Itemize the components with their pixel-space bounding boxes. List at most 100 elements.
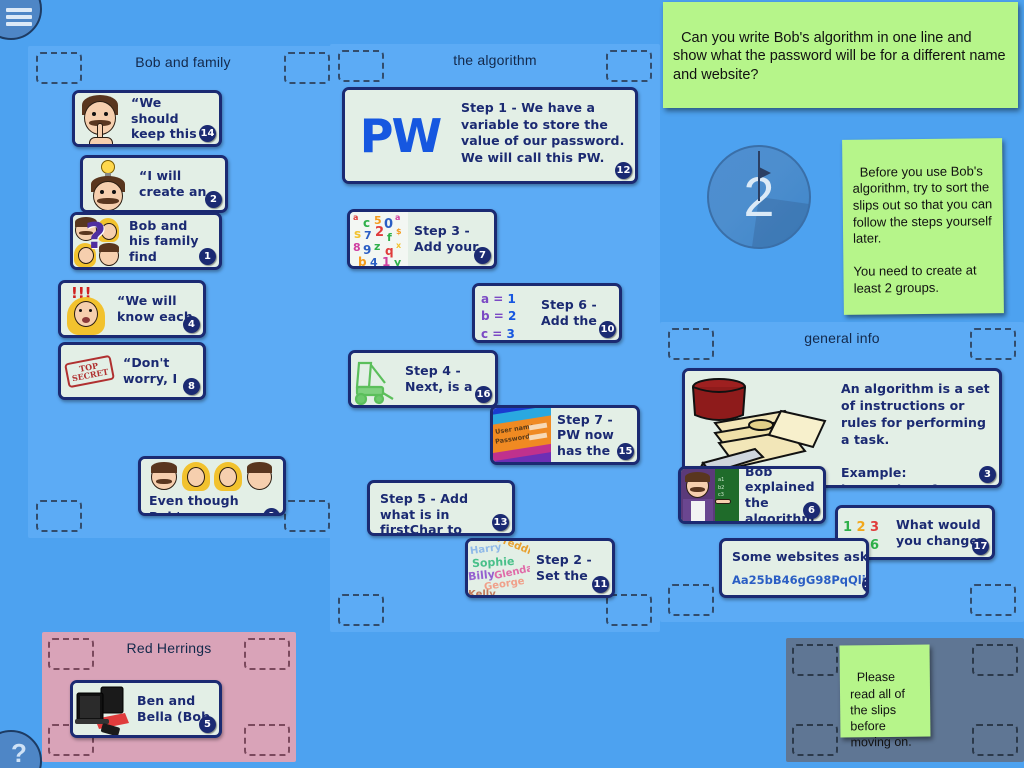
name-text: Kelly	[468, 589, 496, 595]
card-text: What would you change	[896, 516, 981, 548]
card-slip[interactable]: a c 5 0 a s 7 2 f $ 8 9 z q x b 4 1 y St…	[347, 209, 497, 269]
number-glyph: 6	[870, 538, 880, 553]
card-slip[interactable]: Harry Freddie Sophie Billy Glenda George…	[465, 538, 615, 598]
equation-line: c = 3	[481, 326, 515, 340]
card-number-badge: 8	[183, 378, 200, 395]
number-glyph: 3	[870, 520, 880, 535]
card-number-badge: 14	[199, 125, 216, 142]
card-slip[interactable]: !!! “We will know each 4	[58, 280, 206, 338]
card-slip[interactable]: ? Bob and his family find 1	[70, 212, 222, 270]
card-number-badge: 2	[205, 191, 222, 208]
card-body: An algorithm is a set of instructions or…	[835, 371, 999, 485]
abc-equals-123-icon: a = 1 b = 2 c = 3	[475, 286, 535, 340]
card-body: Even though Bob's 9	[141, 491, 283, 513]
glenda-shock-face-icon: !!!	[61, 283, 111, 335]
card-body: Step 3 - Add your 7	[408, 212, 494, 266]
card-slip[interactable]: Some websites ask Aa25bB46gG98PqQliP 18	[719, 538, 869, 598]
card-number-badge: 3	[979, 466, 996, 483]
drop-slot[interactable]	[284, 52, 330, 84]
card-number-badge: 6	[803, 502, 820, 519]
drop-slot[interactable]	[668, 584, 714, 616]
card-slip[interactable]: Ben and Bella (Bob 5	[70, 680, 222, 738]
countdown-timer[interactable]: 2	[707, 145, 811, 249]
drop-slot[interactable]	[970, 328, 1016, 360]
card-slip[interactable]: “We should keep this 14	[72, 90, 222, 147]
card-slip[interactable]: PW Step 1 - We have a variable to store …	[342, 87, 638, 184]
drop-slot[interactable]	[36, 500, 82, 532]
drop-slot[interactable]	[792, 644, 838, 676]
names-cloud-icon: Harry Freddie Sophie Billy Glenda George…	[468, 541, 530, 595]
card-number-badge: 18	[862, 576, 866, 593]
username-password-card-icon: User name Password	[493, 408, 551, 462]
card-slip[interactable]: a = 1 b = 2 c = 3 Step 6 - Add the 10	[472, 283, 622, 343]
card-text: Some websites ask	[732, 549, 869, 565]
task-sticky-note[interactable]: Can you write Bob's algorithm in one lin…	[663, 2, 1018, 108]
card-text: Even though Bob's	[149, 493, 239, 513]
card-number-badge: 1	[199, 248, 216, 265]
card-number-badge: 4	[183, 316, 200, 333]
drop-slot[interactable]	[48, 638, 94, 670]
drop-slot[interactable]	[606, 50, 652, 82]
drop-slot[interactable]	[792, 724, 838, 756]
instruction-sticky-text: Before you use Bob's algorithm, try to s…	[852, 162, 996, 296]
card-number-badge: 7	[474, 247, 491, 264]
card-body: Step 7 - PW now has the 15	[551, 408, 637, 462]
family-question-mark-icon: ?	[73, 215, 123, 267]
card-body: “I will create an 2	[133, 158, 225, 210]
card-slip[interactable]: User name Password Step 7 - PW now has t…	[490, 405, 640, 465]
card-body: “We will know each 4	[111, 283, 203, 335]
equation-line: b = 2	[481, 309, 517, 324]
task-sticky-text: Can you write Bob's algorithm in one lin…	[673, 29, 1010, 83]
instruction-sticky-note[interactable]: Before you use Bob's algorithm, try to s…	[842, 138, 1004, 315]
drop-slot[interactable]	[244, 724, 290, 756]
drop-slot[interactable]	[36, 52, 82, 84]
card-body: Some websites ask Aa25bB46gG98PqQliP 18	[722, 541, 869, 595]
drop-slot[interactable]	[338, 594, 384, 626]
card-body: Bob explained the algorithm 6	[739, 469, 823, 521]
menu-button[interactable]	[0, 0, 42, 40]
drop-slot[interactable]	[970, 584, 1016, 616]
bob-shush-face-icon	[75, 93, 125, 144]
card-body: “Don't worry, I 8	[117, 345, 203, 397]
pw-logo-text: PW	[359, 108, 442, 163]
card-body: Step 6 - Add the 10	[535, 286, 619, 340]
card-number-badge: 12	[615, 162, 632, 179]
card-number-badge: 16	[475, 386, 492, 403]
drop-slot[interactable]	[338, 50, 384, 82]
top-secret-text: TOP SECRET	[63, 354, 115, 388]
card-body: Step 4 - Next, is a 16	[399, 353, 495, 405]
card-body: Bob and his family find 1	[123, 215, 219, 267]
equation-line: a = 1	[481, 292, 516, 306]
lawn-mower-icon	[351, 353, 399, 405]
read-slips-sticky-text: Please read all of the slips before movi…	[849, 670, 912, 750]
card-slip[interactable]: Step 5 - Add what is in firstChar to 13	[367, 480, 515, 536]
card-slip[interactable]: “I will create an 2	[80, 155, 228, 213]
drop-slot[interactable]	[244, 638, 290, 670]
card-slip[interactable]: TOP SECRET “Don't worry, I 8	[58, 342, 206, 400]
top-secret-stamp-icon: TOP SECRET	[61, 345, 117, 397]
drop-slot[interactable]	[284, 500, 330, 532]
card-slip[interactable]: a1b2c3d4 Bob explained the algorithm 6	[678, 466, 826, 524]
laptop-and-phone-icon	[73, 683, 131, 735]
card-body: Step 5 - Add what is in firstChar to 13	[370, 483, 512, 533]
card-number-badge: 13	[492, 514, 509, 531]
read-slips-sticky-note[interactable]: Please read all of the slips before movi…	[839, 644, 931, 750]
drop-slot[interactable]	[606, 594, 652, 626]
card-slip[interactable]: Even though Bob's 9	[138, 456, 286, 516]
card-text: Step 1 - We have a variable to store the…	[461, 100, 625, 165]
drop-slot[interactable]	[972, 644, 1018, 676]
pw-letters-icon: PW	[345, 90, 455, 181]
card-password-example: Aa25bB46gG98PqQliP	[732, 572, 869, 587]
colourful-letters-icon: a c 5 0 a s 7 2 f $ 8 9 z q x b 4 1 y	[350, 212, 408, 266]
laptop-svg	[75, 686, 129, 735]
card-number-badge: 17	[972, 538, 989, 555]
help-button[interactable]: ?	[0, 730, 42, 768]
drop-slot[interactable]	[668, 328, 714, 360]
card-text: Step 5 - Add what is in firstChar to	[380, 491, 469, 536]
card-body: Step 1 - We have a variable to store the…	[455, 90, 635, 181]
bob-idea-lightbulb-icon	[83, 158, 133, 210]
card-slip[interactable]: Step 4 - Next, is a 16	[348, 350, 498, 408]
card-number-badge: 9	[263, 508, 280, 513]
card-text: Step 4 - Next, is a	[405, 363, 473, 394]
drop-slot[interactable]	[972, 724, 1018, 756]
